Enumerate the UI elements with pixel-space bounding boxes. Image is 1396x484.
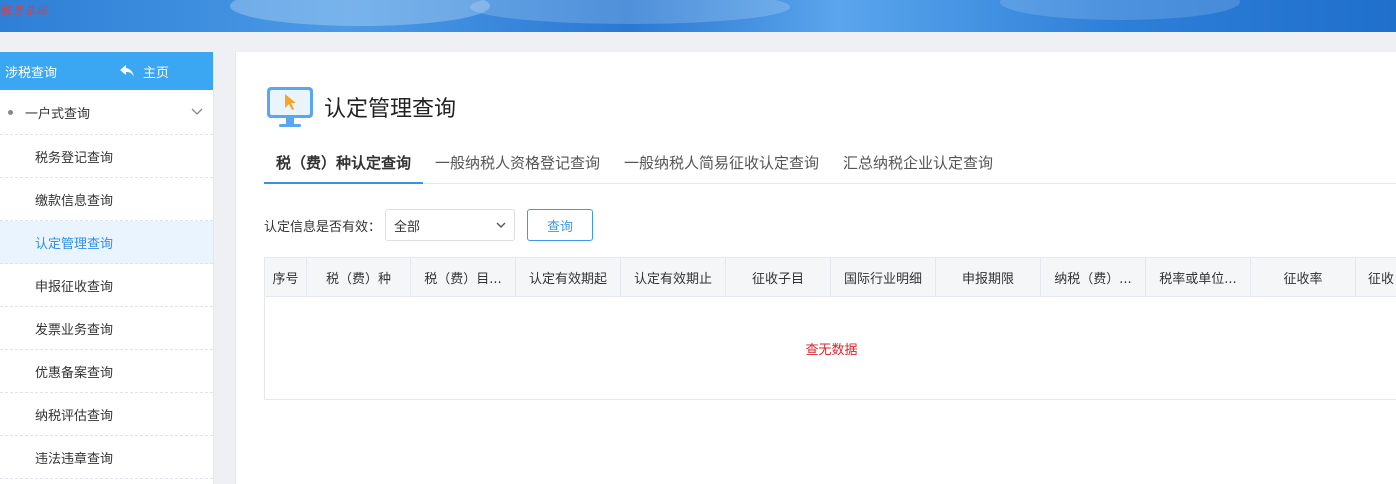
column-header[interactable]: 征收率 [1251,258,1356,296]
back-arrow-icon [119,65,134,77]
sidebar-item[interactable]: 优惠备案查询 [0,350,213,393]
bullet-icon [8,109,13,115]
column-header[interactable]: 申报期限 [936,258,1041,296]
column-header[interactable]: 纳税（费）... [1041,258,1146,296]
sidebar-item-label: 认定管理查询 [35,236,114,252]
home-label: 主页 [142,65,169,81]
page-title: 认定管理查询 [324,97,457,122]
sidebar-item[interactable]: 税务登记查询 [0,135,213,178]
sidebar-item-label: 纳税评估查询 [35,408,114,424]
column-header[interactable]: 认定有效期起 [516,258,621,296]
tab-tax-type-query[interactable]: 税（费）种认定查询 [264,148,424,184]
sidebar-item[interactable]: 违法违章查询 [0,436,213,479]
column-header[interactable]: 税（费）目... [411,258,516,296]
tab-general-taxpayer-registration[interactable]: 一般纳税人资格登记查询 [423,148,612,184]
filter-bar: 认定信息是否有效： 全部 查询 [264,209,594,241]
chevron-down-icon [191,108,203,115]
table-header: 序号 税（费）种 税（费）目... 认定有效期起 认定有效期止 征收子目 国际行… [265,258,1396,297]
sidebar-item[interactable]: 认定管理查询 [0,221,213,264]
column-header[interactable]: 征收子目 [726,258,831,296]
tab-consolidated-enterprise[interactable]: 汇总纳税企业认定查询 [831,148,1005,184]
empty-state-message: 查无数据 [805,342,858,358]
validity-select[interactable]: 全部 [385,209,516,241]
sidebar-title: 涉税查询 [5,65,58,81]
sidebar: 涉税查询 主页 一户式查询 税务登记查询 缴款信息查询 认定管理查询 申报征收查… [0,52,214,484]
sidebar-item-label: 税务登记查询 [35,150,114,166]
validity-select-value: 全部 [394,219,421,235]
sidebar-group-label: 一户式查询 [25,106,91,122]
page-header: 认定管理查询 [265,84,456,130]
chevron-down-icon [496,222,506,228]
tab-bar: 税（费）种认定查询 一般纳税人资格登记查询 一般纳税人简易征收认定查询 汇总纳税… [264,148,1396,184]
home-button[interactable]: 主页 [119,62,169,81]
monitor-cursor-icon [267,87,313,127]
sidebar-item-label: 优惠备案查询 [35,365,114,381]
column-header[interactable]: 国际行业明细 [831,258,936,296]
top-banner: 税务总局 [0,0,1396,32]
column-header[interactable]: 认定有效期止 [621,258,726,296]
sidebar-item-label: 缴款信息查询 [35,193,114,209]
sidebar-group-household-query[interactable]: 一户式查询 [0,90,213,135]
sidebar-item[interactable]: 申报征收查询 [0,264,213,307]
sidebar-item-label: 申报征收查询 [35,279,114,295]
query-button[interactable]: 查询 [527,209,594,241]
results-table: 序号 税（费）种 税（费）目... 认定有效期起 认定有效期止 征收子目 国际行… [264,257,1396,400]
main-panel: 认定管理查询 税（费）种认定查询 一般纳税人资格登记查询 一般纳税人简易征收认定… [235,52,1396,484]
sidebar-item-label: 违法违章查询 [35,451,114,467]
column-header[interactable]: 序号 [265,258,307,296]
sidebar-item[interactable]: 纳税评估查询 [0,393,213,436]
banner-logo: 税务总局 [0,4,48,17]
sidebar-item[interactable]: 发票业务查询 [0,307,213,350]
sidebar-header: 涉税查询 主页 [0,52,213,90]
validity-filter-label: 认定信息是否有效： [264,219,382,235]
sidebar-item-label: 发票业务查询 [35,322,114,338]
column-header[interactable]: 征收 [1356,258,1396,296]
column-header[interactable]: 税（费）种 [307,258,411,296]
sidebar-item[interactable]: 缴款信息查询 [0,178,213,221]
column-header[interactable]: 税率或单位... [1146,258,1251,296]
tab-simple-collection[interactable]: 一般纳税人简易征收认定查询 [612,148,831,184]
